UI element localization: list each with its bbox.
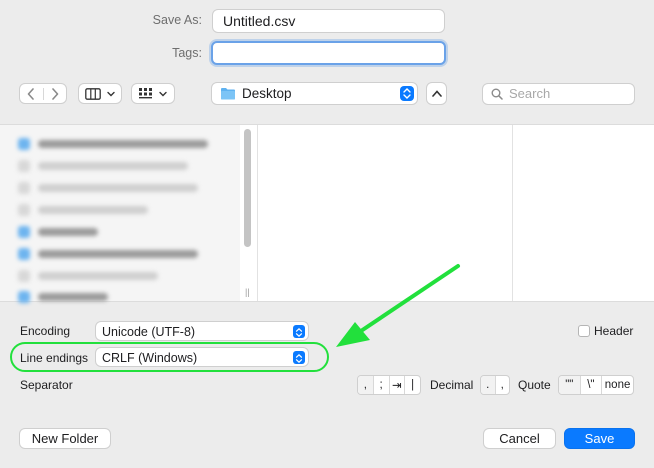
header-checkbox[interactable] (578, 325, 590, 337)
encoding-value: Unicode (UTF-8) (102, 325, 196, 339)
search-placeholder: Search (509, 86, 551, 101)
expand-collapse-button[interactable] (426, 82, 447, 105)
filename-field[interactable]: Untitled.csv (212, 9, 445, 33)
quote-option-none[interactable]: none (601, 376, 633, 394)
separator-option-pipe[interactable]: | (404, 376, 420, 394)
stepper-icon (293, 325, 305, 338)
scrollbar[interactable] (244, 129, 251, 247)
separator-label: Separator (20, 378, 73, 392)
search-field[interactable]: Search (482, 83, 635, 105)
tags-field[interactable] (211, 41, 446, 65)
back-forward-control (19, 83, 67, 104)
list-item[interactable] (18, 247, 198, 261)
save-button[interactable]: Save (564, 428, 635, 449)
decimal-option-comma[interactable]: , (494, 376, 510, 394)
separator-option-comma[interactable]: , (358, 376, 373, 394)
location-label: Desktop (242, 86, 292, 101)
separator-option-semicolon[interactable]: ; (372, 376, 389, 394)
encoding-label: Encoding (20, 324, 71, 338)
view-mode-button[interactable] (78, 83, 122, 104)
new-folder-button[interactable]: New Folder (19, 428, 111, 449)
quote-option-escaped[interactable]: \" (579, 376, 602, 394)
columns-view-icon (85, 87, 101, 100)
location-stepper-icon (400, 86, 414, 101)
column-divider (512, 125, 513, 301)
back-button[interactable] (20, 87, 43, 100)
chevron-up-icon (431, 90, 442, 97)
list-item[interactable] (18, 225, 98, 239)
save-as-label: Save As: (152, 13, 202, 27)
forward-button[interactable] (42, 87, 67, 100)
decimal-label: Decimal (430, 378, 474, 392)
quote-option-double[interactable]: "" (559, 376, 580, 394)
chevron-right-icon (51, 87, 59, 100)
annotation-highlight (10, 342, 329, 372)
cancel-button[interactable]: Cancel (483, 428, 556, 449)
list-item[interactable] (18, 181, 198, 195)
file-browser: || (0, 124, 654, 304)
quote-label: Quote (518, 378, 551, 392)
resize-handle[interactable]: || (245, 287, 250, 297)
chevron-down-icon (159, 91, 167, 96)
header-label: Header (594, 324, 634, 338)
search-icon (491, 88, 503, 100)
list-item[interactable] (18, 203, 148, 217)
decimal-control: . , (480, 375, 510, 395)
list-item[interactable] (18, 269, 158, 283)
separator-option-tab[interactable]: ⇥ (388, 376, 405, 394)
quote-control: "" \" none (558, 375, 634, 395)
separator-control: , ; ⇥ | (357, 375, 421, 395)
grid-icon (139, 87, 152, 98)
tags-label: Tags: (172, 46, 202, 60)
chevron-down-icon (107, 91, 115, 96)
folder-icon (221, 88, 235, 100)
list-item[interactable] (18, 159, 188, 173)
chevron-left-icon (27, 87, 35, 100)
encoding-popup[interactable]: Unicode (UTF-8) (95, 321, 309, 341)
column-divider (257, 125, 258, 301)
list-item[interactable] (18, 137, 208, 151)
group-button[interactable] (131, 83, 175, 104)
sidebar-list (0, 125, 240, 304)
annotation-arrow-icon (336, 264, 460, 347)
location-popup[interactable]: Desktop (211, 82, 418, 105)
list-item[interactable] (18, 290, 108, 304)
decimal-option-point[interactable]: . (481, 376, 495, 394)
